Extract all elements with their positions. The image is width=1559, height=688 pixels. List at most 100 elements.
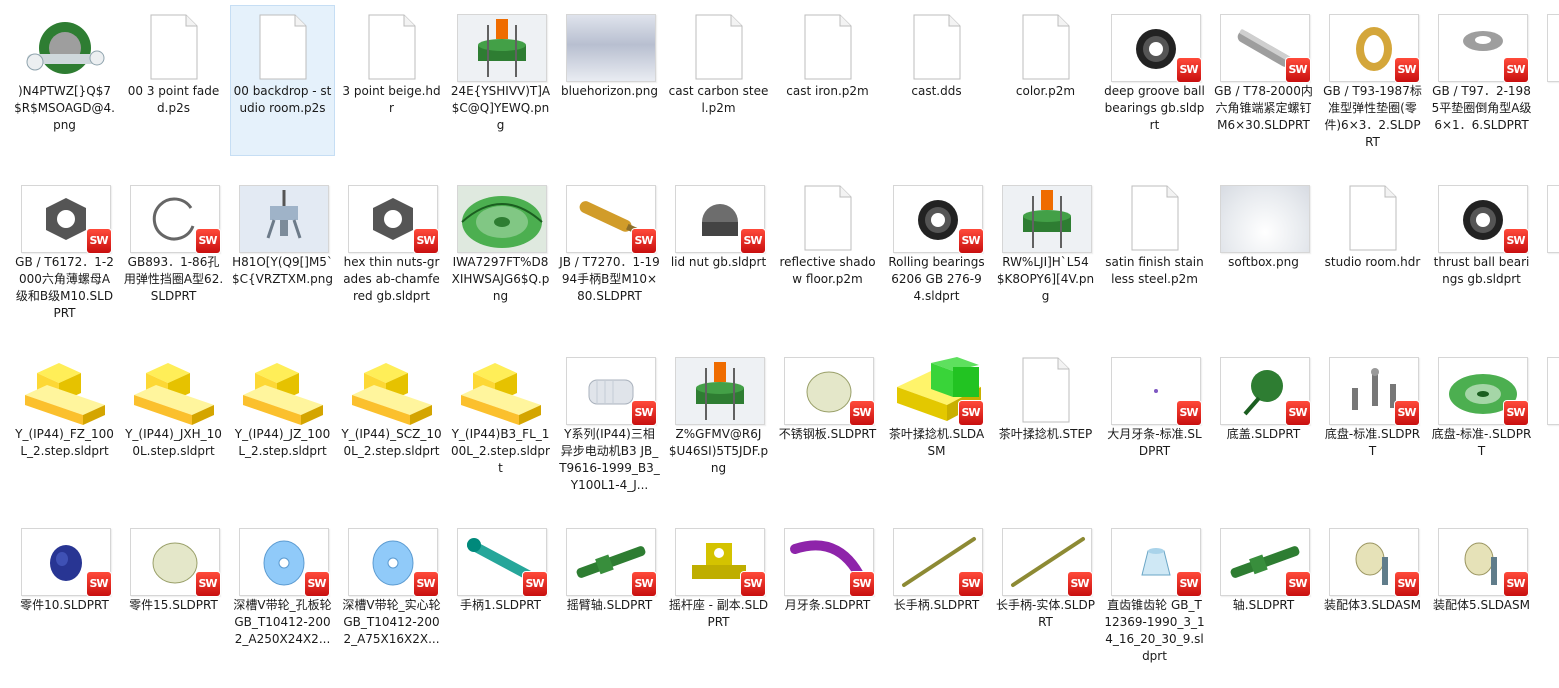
green-disc-render-thumbnail <box>455 185 547 253</box>
file-item[interactable]: Z%GFMV@R6J$U46SI)5T5JDF.png <box>666 357 771 477</box>
file-item[interactable]: IWA7297FT%D8XIHWSAJG6$Q.png <box>448 185 553 305</box>
solidworks-badge-icon: SW <box>631 401 656 425</box>
file-item[interactable]: color.p2m <box>993 14 1098 100</box>
file-item[interactable]: SW GB893．1-86孔用弹性挡圈A型62.SLDPRT <box>121 185 226 305</box>
file-name-label: GB / T6172．1-2000六角薄螺母A级和B级M10.SLDPRT <box>15 255 114 320</box>
file-item[interactable]: SW 长手柄-实体.SLDPRT <box>993 528 1098 631</box>
file-item[interactable]: 00 3 point faded.p2s <box>121 14 226 117</box>
file-item[interactable]: SW GB / T6172．1-2000六角薄螺母A级和B级M10.SLDPRT <box>12 185 117 322</box>
blank-document-icon <box>673 14 765 82</box>
file-item[interactable]: Y_(IP44)_SCZ_100L_2.step.sldprt <box>339 357 444 460</box>
file-item[interactable]: studio room.hdr <box>1320 185 1425 271</box>
file-name-label: 摇臂轴.SLDPRT <box>566 598 653 612</box>
file-item[interactable]: satin finish stainless steel.p2m <box>1102 185 1207 288</box>
solidworks-badge-icon: SW <box>304 572 329 596</box>
file-item[interactable]: 24E{YSHIVV)T]A$C@Q]YEWQ.png <box>448 14 553 134</box>
file-item[interactable]: Y_(IP44)_FZ_100L_2.step.sldprt <box>12 357 117 460</box>
file-item[interactable]: softbox.png <box>1211 185 1316 271</box>
motor-part-icon: SW <box>564 357 656 425</box>
file-name-label: Y_(IP44)_SCZ_100L_2.step.sldprt <box>341 427 442 458</box>
file-item[interactable]: SW 深槽V带轮_实心轮 GB_T10412-2002_A75X16X2X... <box>339 528 444 648</box>
file-item[interactable]: 00 backdrop - studio room.p2s <box>230 5 335 156</box>
file-item[interactable]: SW 零件10.SLDPRT <box>12 528 117 614</box>
file-item[interactable]: SW 装配体3.SLDASM <box>1320 528 1425 614</box>
file-item[interactable]: SW 大月牙条-标准.SLDPRT <box>1102 357 1207 460</box>
file-name-label: 深槽V带轮_孔板轮 GB_T10412-2002_A250X24X2... <box>233 598 332 646</box>
file-item[interactable]: SW 长手柄.SLDPRT <box>884 528 989 614</box>
file-item[interactable]: SW thrust ball bearings gb.sldprt <box>1429 185 1534 288</box>
file-item[interactable]: Y_(IP44)B3_FL_100L_2.step.sldprt <box>448 357 553 477</box>
machine-render-thumbnail <box>673 357 765 425</box>
file-name-label: 00 3 point faded.p2s <box>127 84 220 115</box>
file-item[interactable]: 零 <box>1538 357 1559 443</box>
solidworks-badge-icon: SW <box>1394 572 1419 596</box>
file-item[interactable]: SW GB / T93-1987标准型弹性垫圈(零件)6×3．2.SLDPRT <box>1320 14 1425 151</box>
file-name-label: GB893．1-86孔用弹性挡圈A型62.SLDPRT <box>123 255 224 303</box>
file-name-label: Y_(IP44)_JXH_100L.step.sldprt <box>125 427 222 458</box>
file-item[interactable]: Y_(IP44)_JZ_100L_2.step.sldprt <box>230 357 335 460</box>
pulley-part-icon: SW <box>237 528 329 596</box>
solidworks-badge-icon: SW <box>1394 58 1419 82</box>
file-item[interactable]: 茶叶揉捻机.STEP <box>993 357 1098 443</box>
screw-part-icon: SW <box>1218 14 1310 82</box>
file-item[interactable]: )N4PTWZ[}Q$7$R$MSOAGD@4.png <box>12 14 117 134</box>
file-name-label: RW%LJI]H`L54$K8OPY6][4V.png <box>996 255 1095 303</box>
file-name-label: Y系列(IP44)三相异步电动机B3 JB_T9616-1999_B3_Y100… <box>559 427 660 492</box>
file-item[interactable]: reflective shadow floor.p2m <box>775 185 880 288</box>
file-item[interactable]: SW Rolling bearings 6206 GB 276-94.sldprt <box>884 185 989 305</box>
file-item[interactable]: SW deep groove ball bearings gb.sldprt <box>1102 14 1207 134</box>
file-item[interactable]: bluehorizon.png <box>557 14 662 100</box>
plate-part-icon: SW <box>128 528 220 596</box>
file-item[interactable]: SW 装配体5.SLDASM <box>1429 528 1534 614</box>
file-item[interactable]: SW 底盖.SLDPRT <box>1211 357 1316 443</box>
file-item[interactable]: T5头 <box>1538 14 1559 100</box>
file-name-label: Rolling bearings 6206 GB 276-94.sldprt <box>888 255 985 303</box>
file-item[interactable]: RW%LJI]H`L54$K8OPY6][4V.png <box>993 185 1098 305</box>
blank-document-icon <box>891 14 983 82</box>
file-item[interactable]: 3 point beige.hdr <box>339 14 444 117</box>
file-item[interactable]: SW 深槽V带轮_孔板轮 GB_T10412-2002_A250X24X2... <box>230 528 335 648</box>
file-item[interactable]: SW lid nut gb.sldprt <box>666 185 771 271</box>
assembly-part-icon: SW <box>1436 528 1528 596</box>
file-item[interactable]: SW 轴.SLDPRT <box>1211 528 1316 614</box>
blank-document-icon <box>1000 357 1092 425</box>
blank-document-icon <box>237 14 329 82</box>
file-item[interactable]: SW 底盘-标准.SLDPRT <box>1320 357 1425 460</box>
file-item[interactable]: SW Y系列(IP44)三相异步电动机B3 JB_T9616-1999_B3_Y1… <box>557 357 662 494</box>
handle-part-icon: SW <box>564 185 656 253</box>
file-name-label: thrust ball bearings gb.sldprt <box>1433 255 1530 286</box>
file-item[interactable]: Y_(IP44)_JXH_100L.step.sldprt <box>121 357 226 460</box>
file-item[interactable]: SW 直齿锥齿轮 GB_T12369-1990_3_14_16_20_30_9.s… <box>1102 528 1207 665</box>
file-item[interactable]: H81O[Y(Q9[]M5`$C{VRZTXM.png <box>230 185 335 288</box>
file-item[interactable]: cast carbon steel.p2m <box>666 14 771 117</box>
file-item[interactable]: SW 底盘-标准-.SLDPRT <box>1429 357 1534 460</box>
file-item[interactable]: cast.dds <box>884 14 989 100</box>
file-item[interactable]: SW 摇杆座 - 副本.SLDPRT <box>666 528 771 631</box>
file-item[interactable]: SW 月牙条.SLDPRT <box>775 528 880 614</box>
file-item[interactable]: SW 摇臂轴.SLDPRT <box>557 528 662 614</box>
file-name-label: 茶叶揉捻机.STEP <box>998 427 1093 441</box>
file-name-label: 深槽V带轮_实心轮 GB_T10412-2002_A75X16X2X... <box>342 598 441 646</box>
part-icon <box>1545 14 1559 82</box>
file-item[interactable]: SW 零件15.SLDPRT <box>121 528 226 614</box>
file-item[interactable]: SW JB / T7270．1-1994手柄B型M10×80.SLDPRT <box>557 185 662 305</box>
file-item[interactable]: SW GB / T78-2000内六角锥端紧定螺钉M6×30.SLDPRT <box>1211 14 1316 134</box>
file-item[interactable]: WKC <box>1538 185 1559 271</box>
solidworks-badge-icon: SW <box>195 229 220 253</box>
file-item[interactable]: SW 不锈钢板.SLDPRT <box>775 357 880 443</box>
file-name-label: reflective shadow floor.p2m <box>779 255 876 286</box>
file-name-label: 大月牙条-标准.SLDPRT <box>1107 427 1202 458</box>
crescent-part-icon: SW <box>782 528 874 596</box>
pulley-part-icon: SW <box>346 528 438 596</box>
file-item[interactable]: SW GB / T97．2-1985平垫圈倒角型A级6×1．6.SLDPRT <box>1429 14 1534 134</box>
file-item[interactable]: cast iron.p2m <box>775 14 880 100</box>
blank-document-icon <box>1109 185 1201 253</box>
file-name-label: Z%GFMV@R6J$U46SI)5T5JDF.png <box>668 427 769 475</box>
solidworks-badge-icon: SW <box>740 229 765 253</box>
assembly-block-icon: SW <box>891 357 983 425</box>
file-item[interactable]: SW 茶叶揉捻机.SLDASM <box>884 357 989 460</box>
solidworks-badge-icon: SW <box>1394 401 1419 425</box>
file-item[interactable]: SW hex thin nuts-grades ab-chamfered gb.s… <box>339 185 444 305</box>
robot-render-thumbnail <box>237 185 329 253</box>
file-item[interactable]: SW 手柄1.SLDPRT <box>448 528 553 614</box>
